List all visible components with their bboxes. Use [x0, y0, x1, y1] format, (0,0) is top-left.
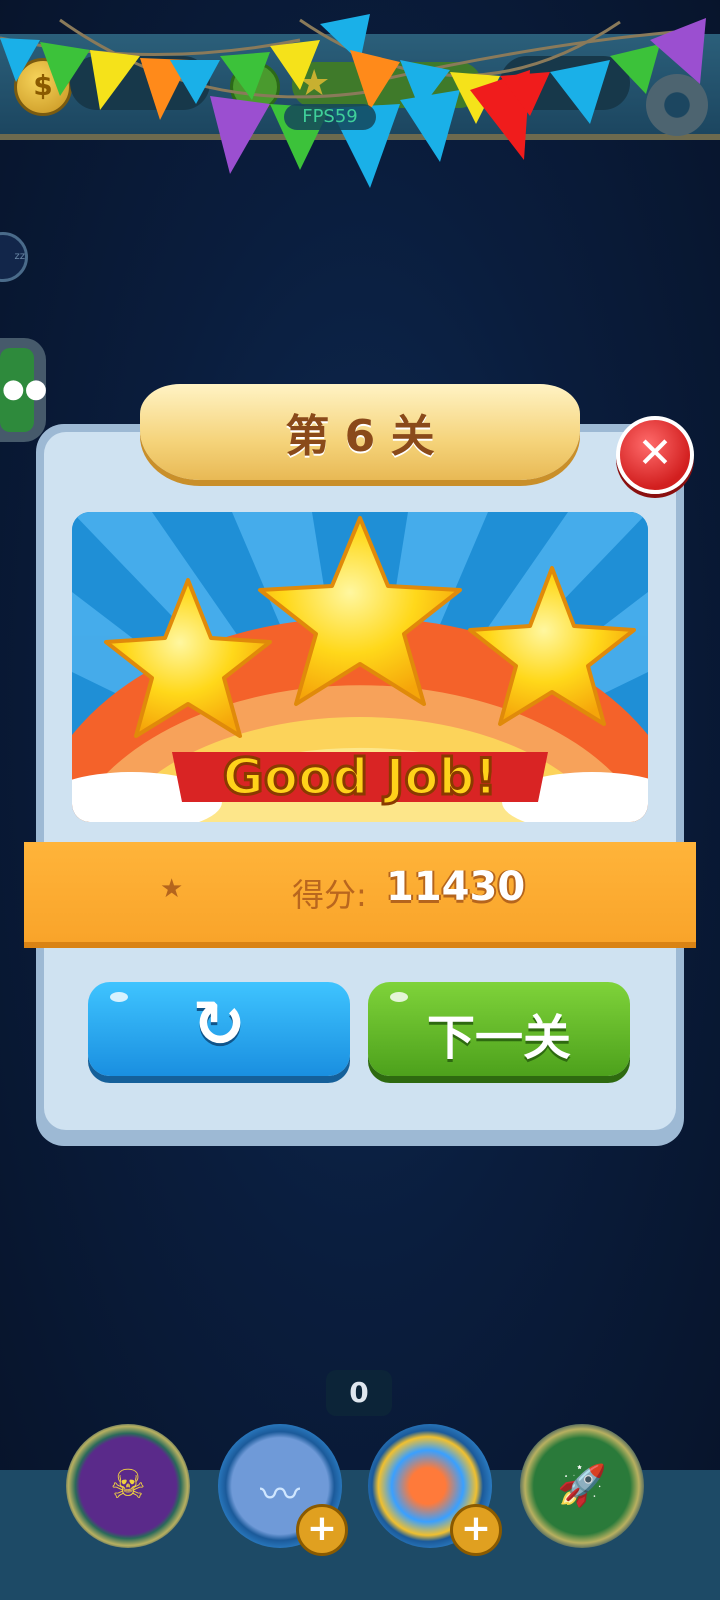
add-powerup-icon[interactable]: +: [450, 1504, 502, 1556]
reward-artwork: Good Job!: [72, 512, 648, 822]
rocket-icon: 🚀: [557, 1463, 607, 1509]
close-icon: ✕: [637, 428, 673, 477]
skull-icon: ☠: [110, 1462, 146, 1508]
replay-icon: ↻: [192, 988, 246, 1062]
add-powerup-icon[interactable]: +: [296, 1504, 348, 1556]
powerup-rocket-button[interactable]: 🚀: [520, 1424, 644, 1548]
celebration-bunting: [0, 14, 706, 188]
score-bar: ★ 得分: 11430: [24, 842, 696, 942]
three-stars-illustration: Good Job!: [72, 512, 648, 822]
powerup-bomb-button[interactable]: ☠: [66, 1424, 190, 1548]
close-button[interactable]: ✕: [616, 416, 694, 494]
level-title-banner: 第 6 关: [140, 384, 580, 480]
next-level-label: 下一关: [426, 1010, 571, 1066]
wechat-icon: ●●: [2, 374, 48, 404]
score-label: 得分:: [292, 876, 367, 914]
chat-side-button[interactable]: ●●: [0, 338, 48, 442]
sleep-bubble-button[interactable]: zz: [0, 232, 28, 282]
level-title: 第 6 关: [285, 411, 435, 462]
fps-counter: FPS59: [284, 104, 376, 130]
replay-button[interactable]: ↻: [88, 982, 350, 1076]
counter-badge: 0: [326, 1370, 392, 1416]
next-level-button[interactable]: 下一关: [368, 982, 630, 1076]
good-job-banner-text: Good Job!: [223, 748, 498, 806]
score-value: 11430: [386, 864, 526, 910]
star-icon: ★: [160, 874, 184, 904]
